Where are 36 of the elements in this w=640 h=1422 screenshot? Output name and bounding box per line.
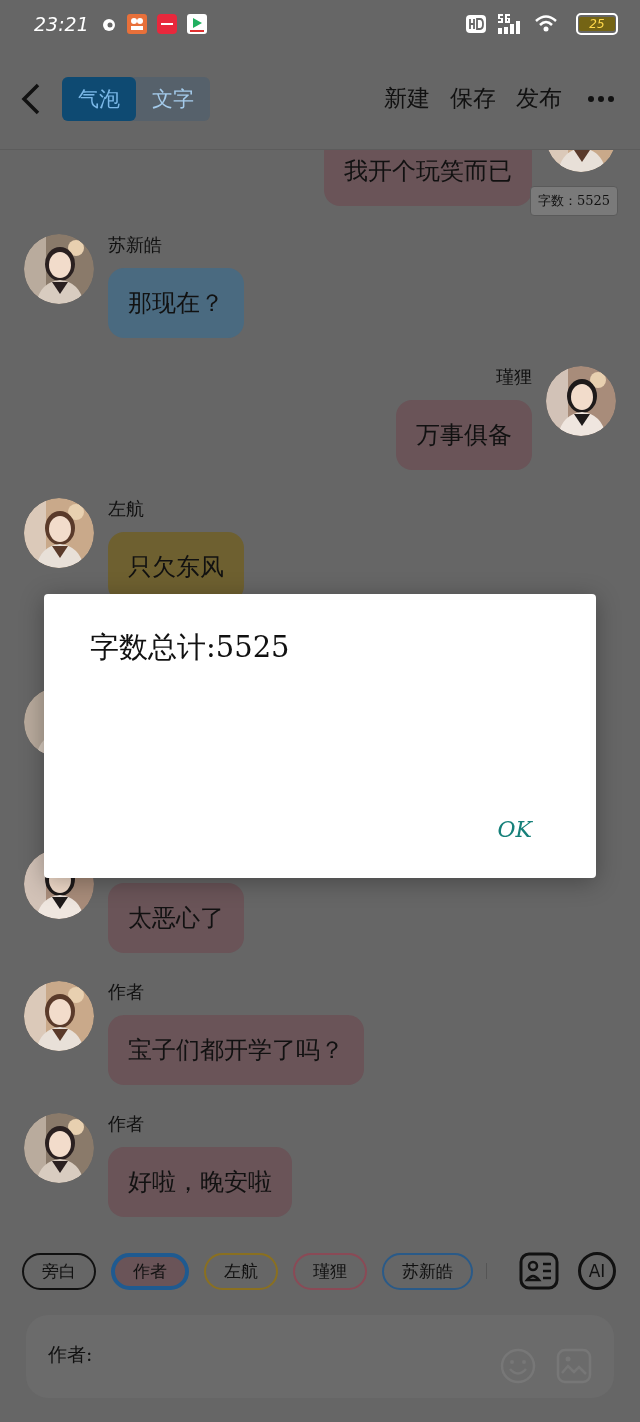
sender-name: 苏新皓 bbox=[108, 234, 163, 256]
sender-name: 左航 bbox=[108, 498, 145, 520]
role-chip[interactable]: 苏新皓 bbox=[382, 1252, 473, 1290]
battery-level: 25 bbox=[579, 17, 615, 31]
word-count-label: 字数：5525 bbox=[529, 186, 618, 216]
action-link[interactable]: 发布 bbox=[516, 83, 562, 114]
app-icon bbox=[186, 14, 207, 34]
wifi-icon bbox=[534, 14, 558, 34]
app-icon bbox=[126, 14, 147, 34]
contact-card-icon[interactable] bbox=[519, 1252, 559, 1290]
more-icon[interactable] bbox=[588, 95, 614, 102]
role-chip[interactable]: 作者 bbox=[111, 1252, 189, 1290]
message-bubble: 那现在？ bbox=[108, 268, 244, 338]
sender-name: 瑾狸 bbox=[496, 366, 532, 388]
sender-name: 作者 bbox=[108, 981, 145, 1003]
back-icon[interactable] bbox=[20, 82, 42, 115]
role-chip[interactable]: 左航 bbox=[204, 1252, 278, 1290]
message-bubble: 万事俱备 bbox=[396, 400, 532, 470]
sender-name: 作者 bbox=[108, 1113, 145, 1135]
hd-icon bbox=[466, 15, 486, 33]
message-bubble: 宝子们都开学了吗？ bbox=[108, 1015, 364, 1085]
role-chip[interactable]: 旁白 bbox=[22, 1252, 96, 1290]
message-bubble: 太恶心了 bbox=[108, 883, 244, 953]
clock-time: 23:21 bbox=[34, 13, 89, 35]
mode-tab[interactable]: 气泡 bbox=[62, 76, 136, 121]
message-bubble: 我开个玩笑而已 bbox=[324, 150, 532, 206]
dialog-message: 字数总计:5525 bbox=[90, 629, 291, 666]
message-bubble: 好啦，晚安啦 bbox=[108, 1147, 292, 1217]
role-chip[interactable]: 瑾狸 bbox=[293, 1252, 367, 1290]
action-link[interactable]: 新建 bbox=[384, 83, 430, 114]
notification-icon bbox=[100, 16, 117, 32]
ai-button[interactable]: AI bbox=[578, 1252, 616, 1290]
ok-button[interactable]: OK bbox=[497, 817, 532, 842]
action-link[interactable]: 保存 bbox=[450, 83, 496, 114]
app-icon bbox=[156, 14, 177, 34]
mode-tab[interactable]: 文字 bbox=[136, 76, 210, 121]
